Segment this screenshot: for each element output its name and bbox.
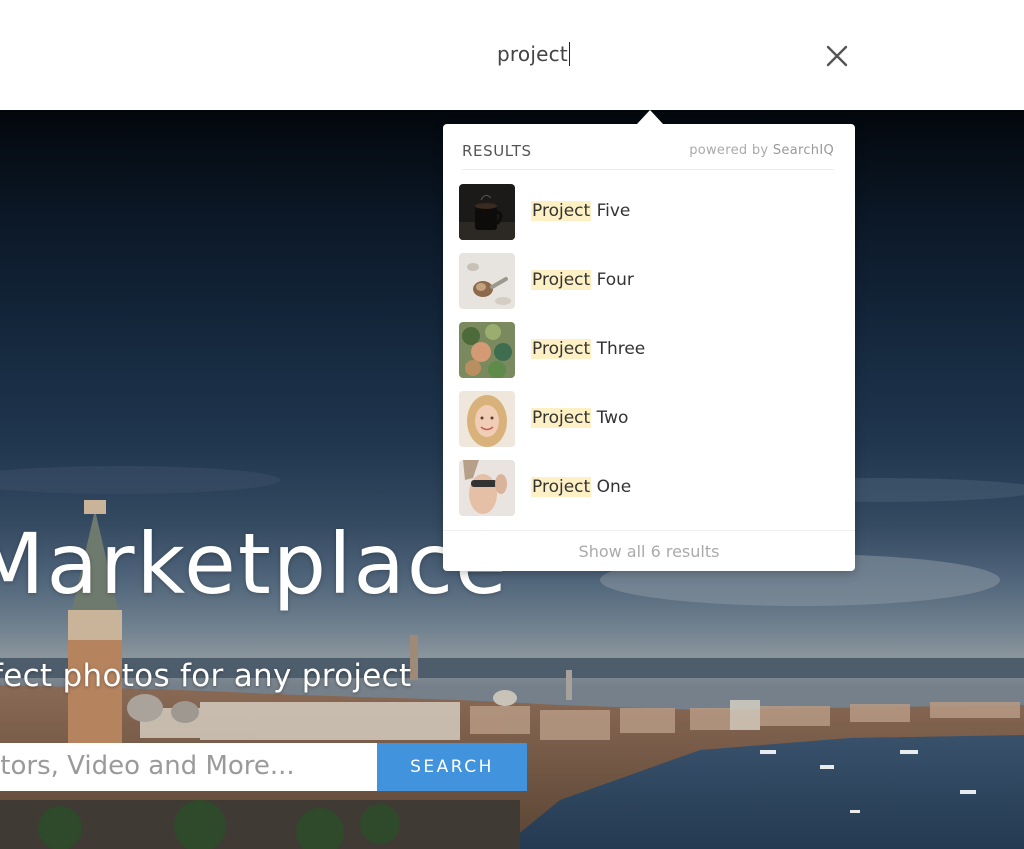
result-title-highlight: Project	[531, 270, 592, 290]
hero-search-placeholder: ctors, Video and More...	[0, 751, 295, 781]
result-title: Project Four	[531, 270, 634, 290]
result-title: Project Two	[531, 408, 628, 428]
search-query-text: project	[497, 42, 568, 66]
result-title-highlight: Project	[531, 201, 592, 221]
hero-title: Marketplace	[0, 515, 509, 613]
top-search-bar: project	[0, 0, 1024, 110]
result-thumbnail	[459, 322, 515, 378]
hero-search-input[interactable]: ctors, Video and More...	[0, 743, 377, 791]
powered-by-prefix: powered by	[689, 143, 769, 158]
result-title-rest: Four	[591, 270, 634, 290]
result-title-highlight: Project	[531, 339, 592, 359]
result-thumbnail	[459, 184, 515, 240]
results-label: RESULTS	[462, 142, 532, 160]
result-item[interactable]: Project Five	[459, 184, 839, 244]
result-title: Project Three	[531, 339, 645, 359]
close-icon[interactable]	[822, 41, 852, 71]
powered-by-brand: SearchIQ	[772, 143, 834, 158]
result-item[interactable]: Project One	[459, 460, 839, 520]
result-thumbnail	[459, 460, 515, 516]
hero-search-button[interactable]: SEARCH	[377, 743, 527, 791]
result-title-highlight: Project	[531, 408, 592, 428]
result-title-rest: Five	[591, 201, 631, 221]
result-title: Project Five	[531, 201, 630, 221]
search-results-dropdown: RESULTS powered by SearchIQ Project Five	[443, 124, 855, 571]
result-title-rest: Three	[591, 339, 646, 359]
result-thumbnail	[459, 391, 515, 447]
result-item[interactable]: Project Two	[459, 391, 839, 451]
result-title-rest: One	[591, 477, 632, 497]
search-input[interactable]: project	[497, 42, 571, 66]
text-caret	[568, 42, 571, 66]
results-header: RESULTS powered by SearchIQ	[462, 142, 834, 170]
result-title-rest: Two	[591, 408, 629, 428]
result-thumbnail	[459, 253, 515, 309]
result-item[interactable]: Project Four	[459, 253, 839, 313]
result-item[interactable]: Project Three	[459, 322, 839, 382]
dropdown-pointer	[637, 110, 663, 124]
result-title-highlight: Project	[531, 477, 592, 497]
hero-subtitle: fect photos for any project	[0, 658, 412, 694]
powered-by[interactable]: powered by SearchIQ	[689, 143, 834, 158]
show-all-results-link[interactable]: Show all 6 results	[443, 530, 855, 571]
result-title: Project One	[531, 477, 631, 497]
